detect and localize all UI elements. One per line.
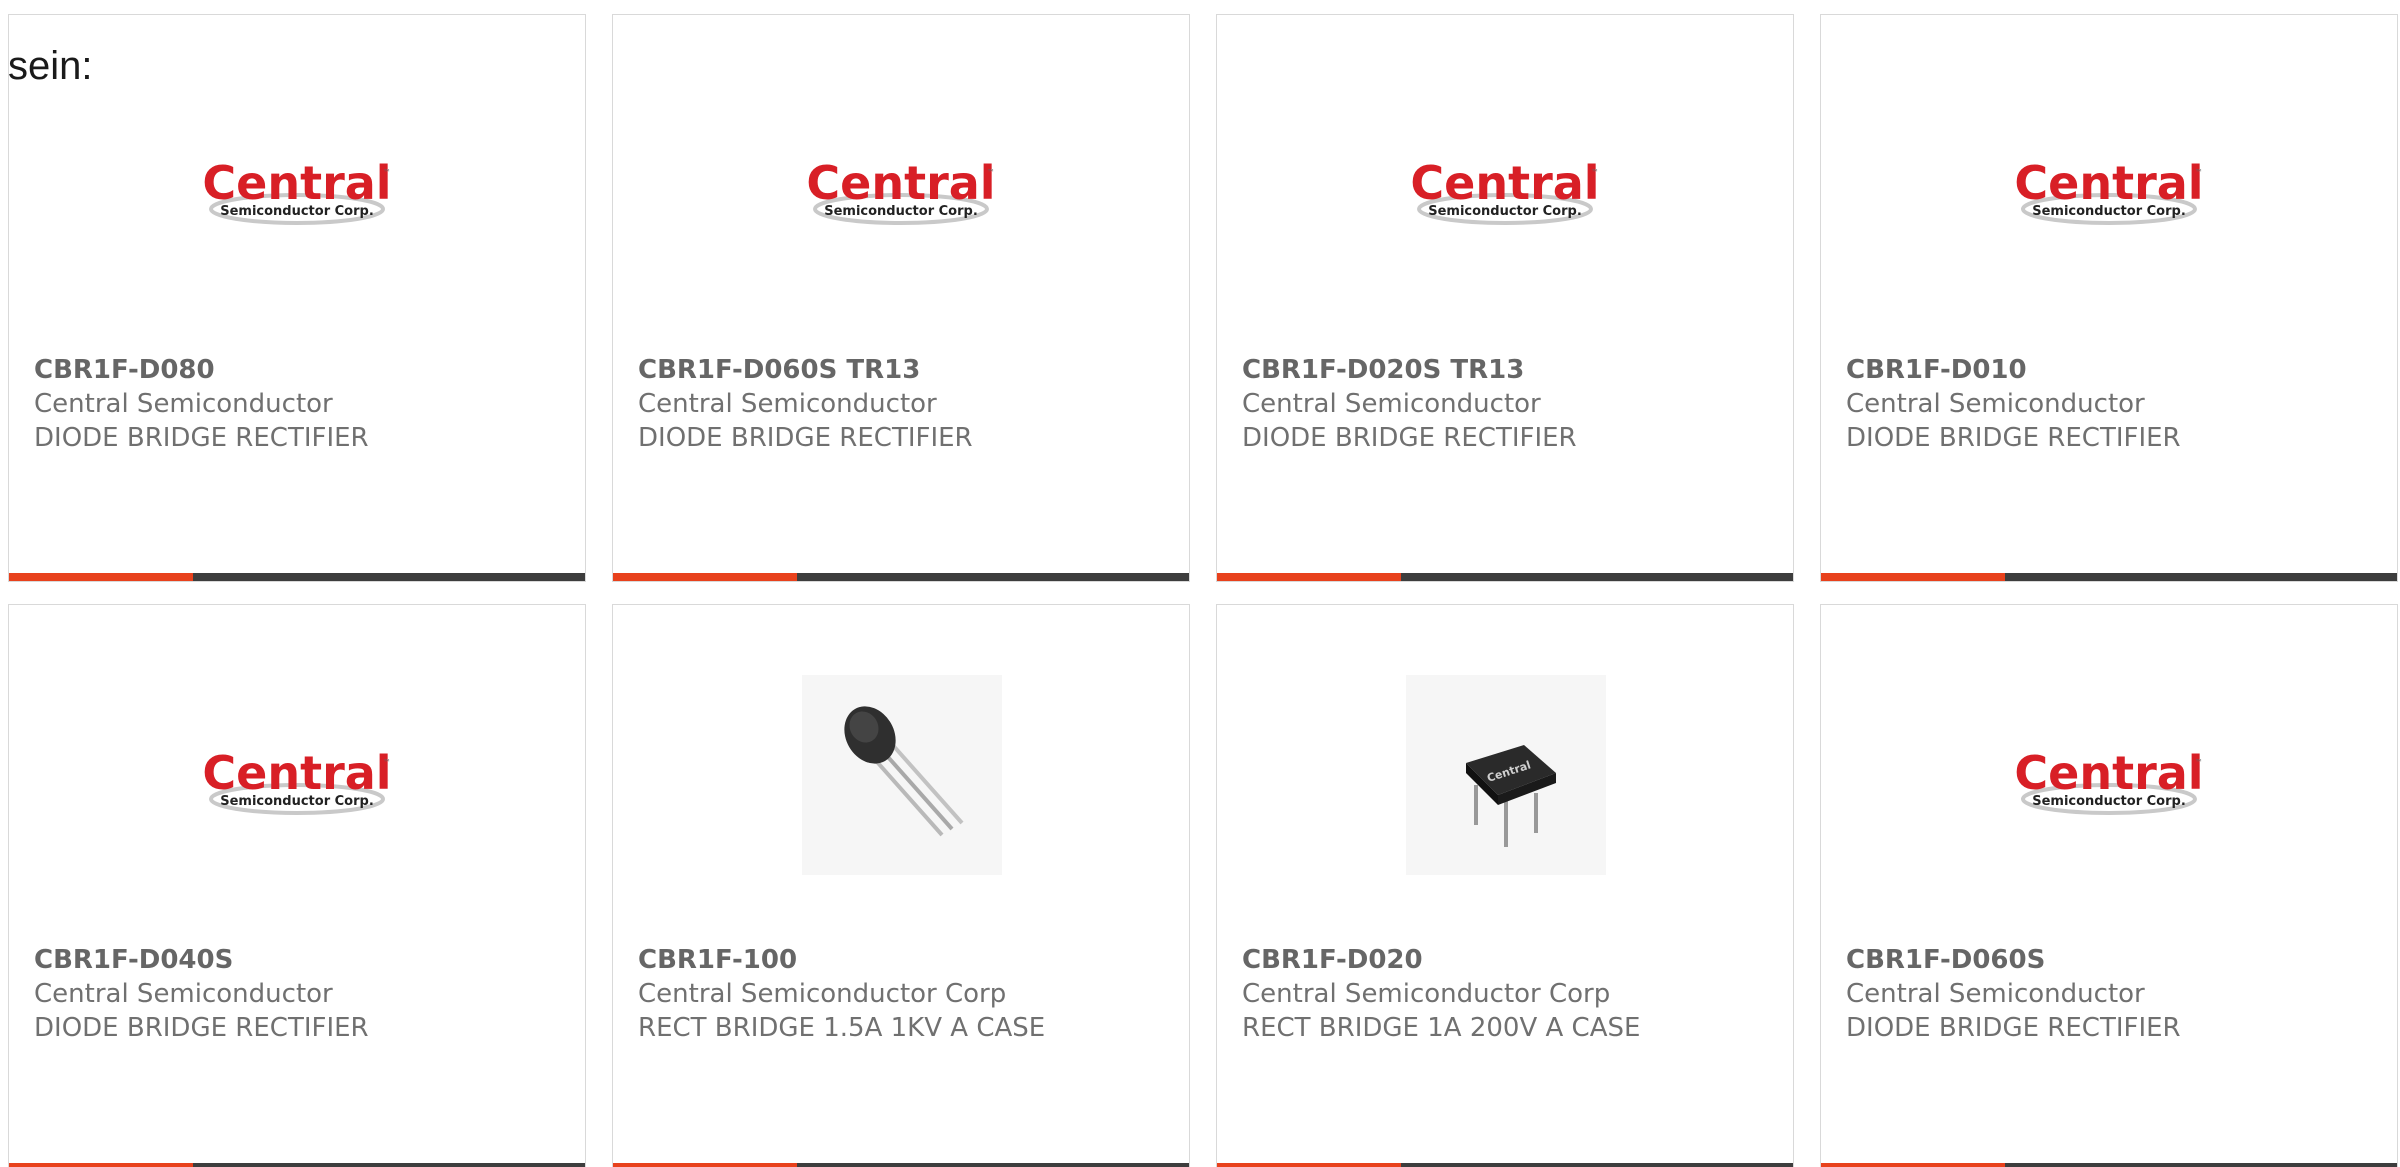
logo-tagline: Semiconductor Corp. — [220, 204, 374, 219]
description: RECT BRIDGE 1.5A 1KV A CASE — [638, 1013, 1046, 1043]
central-logo-icon: Central Semiconductor Corp. ™ — [2014, 747, 2204, 815]
part-number[interactable]: CBR1F-D060S TR13 — [638, 355, 920, 385]
product-image[interactable]: Central Semiconductor Corp. ™ — [1821, 605, 2397, 935]
manufacturer: Central Semiconductor Corp — [1242, 979, 1611, 1009]
central-logo-icon: Central Semiconductor Corp. ™ — [1410, 157, 1600, 225]
card-bar — [1217, 1163, 1793, 1167]
part-number[interactable]: CBR1F-D020S TR13 — [1242, 355, 1524, 385]
logo-tagline: Semiconductor Corp. — [220, 794, 374, 809]
description: DIODE BRIDGE RECTIFIER — [34, 423, 369, 453]
part-number[interactable]: CBR1F-D010 — [1846, 355, 2027, 385]
manufacturer: Central Semiconductor — [34, 389, 333, 419]
logo-wordmark: Central — [202, 157, 391, 210]
logo-wordmark: Central — [202, 747, 391, 800]
product-card[interactable]: Central Semiconductor Corp. ™ CBR1F-D040… — [8, 604, 586, 1167]
product-image[interactable] — [613, 605, 1189, 935]
logo-trademark: ™ — [383, 758, 391, 767]
description: DIODE BRIDGE RECTIFIER — [34, 1013, 369, 1043]
part-number[interactable]: CBR1F-D060S — [1846, 945, 2045, 975]
central-logo-icon: Central Semiconductor Corp. ™ — [202, 157, 392, 225]
part-number[interactable]: CBR1F-D040S — [34, 945, 233, 975]
logo-trademark: ™ — [987, 168, 995, 177]
prefix-text: sein: — [8, 44, 93, 88]
product-image[interactable]: Central — [1217, 605, 1793, 935]
part-number[interactable]: CBR1F-D020 — [1242, 945, 1423, 975]
description: RECT BRIDGE 1A 200V A CASE — [1242, 1013, 1641, 1043]
card-bar-accent — [613, 1163, 798, 1167]
logo-wordmark: Central — [1410, 157, 1599, 210]
logo-tagline: Semiconductor Corp. — [1428, 204, 1582, 219]
card-bar — [613, 573, 1189, 581]
logo-wordmark: Central — [806, 157, 995, 210]
card-bar — [613, 1163, 1189, 1167]
logo-wordmark: Central — [2014, 747, 2203, 800]
product-image[interactable]: Central Semiconductor Corp. ™ — [9, 605, 585, 935]
logo-trademark: ™ — [2195, 758, 2203, 767]
part-number[interactable]: CBR1F-D080 — [34, 355, 215, 385]
dip-bridge-package-icon: Central — [1406, 675, 1606, 875]
part-number[interactable]: CBR1F-100 — [638, 945, 797, 975]
card-bar — [9, 573, 585, 581]
description: DIODE BRIDGE RECTIFIER — [1242, 423, 1577, 453]
card-bar — [1821, 573, 2397, 581]
product-image[interactable]: Central Semiconductor Corp. ™ — [9, 15, 585, 345]
logo-tagline: Semiconductor Corp. — [2032, 204, 2186, 219]
product-card[interactable]: Central Semiconductor Corp. ™ CBR1F-D080… — [8, 14, 586, 582]
to92-package-icon — [802, 675, 1002, 875]
logo-tagline: Semiconductor Corp. — [824, 204, 978, 219]
card-bar-accent — [613, 573, 798, 581]
page: sein: Central Semiconductor Corp. ™ CBR1… — [0, 0, 2400, 1167]
card-bar — [9, 1163, 585, 1167]
central-logo-icon: Central Semiconductor Corp. ™ — [202, 747, 392, 815]
card-bar — [1821, 1163, 2397, 1167]
manufacturer: Central Semiconductor — [638, 389, 937, 419]
card-bar-accent — [1821, 1163, 2006, 1167]
card-bar-accent — [1821, 573, 2006, 581]
card-bar-accent — [9, 1163, 194, 1167]
logo-tagline: Semiconductor Corp. — [2032, 794, 2186, 809]
manufacturer: Central Semiconductor — [1846, 979, 2145, 1009]
product-image[interactable]: Central Semiconductor Corp. ™ — [1821, 15, 2397, 345]
product-card[interactable]: Central Semiconductor Corp. ™ CBR1F-D060… — [612, 14, 1190, 582]
description: DIODE BRIDGE RECTIFIER — [1846, 423, 2181, 453]
product-card[interactable]: Central Semiconductor Corp. ™ CBR1F-D020… — [1216, 14, 1794, 582]
product-image[interactable]: Central Semiconductor Corp. ™ — [613, 15, 1189, 345]
card-bar-accent — [1217, 573, 1402, 581]
product-card[interactable]: Central CBR1F-D020 Central Semiconductor… — [1216, 604, 1794, 1167]
product-image[interactable]: Central Semiconductor Corp. ™ — [1217, 15, 1793, 345]
product-card[interactable]: Central Semiconductor Corp. ™ CBR1F-D060… — [1820, 604, 2398, 1167]
description: DIODE BRIDGE RECTIFIER — [638, 423, 973, 453]
manufacturer: Central Semiconductor — [1846, 389, 2145, 419]
product-card[interactable]: Central Semiconductor Corp. ™ CBR1F-D010… — [1820, 14, 2398, 582]
product-card[interactable]: CBR1F-100 Central Semiconductor Corp REC… — [612, 604, 1190, 1167]
manufacturer: Central Semiconductor — [1242, 389, 1541, 419]
card-bar-accent — [9, 573, 194, 581]
manufacturer: Central Semiconductor Corp — [638, 979, 1007, 1009]
logo-trademark: ™ — [383, 168, 391, 177]
manufacturer: Central Semiconductor — [34, 979, 333, 1009]
logo-wordmark: Central — [2014, 157, 2203, 210]
card-bar — [1217, 573, 1793, 581]
central-logo-icon: Central Semiconductor Corp. ™ — [2014, 157, 2204, 225]
central-logo-icon: Central Semiconductor Corp. ™ — [806, 157, 996, 225]
description: DIODE BRIDGE RECTIFIER — [1846, 1013, 2181, 1043]
logo-trademark: ™ — [1591, 168, 1599, 177]
logo-trademark: ™ — [2195, 168, 2203, 177]
card-bar-accent — [1217, 1163, 1402, 1167]
